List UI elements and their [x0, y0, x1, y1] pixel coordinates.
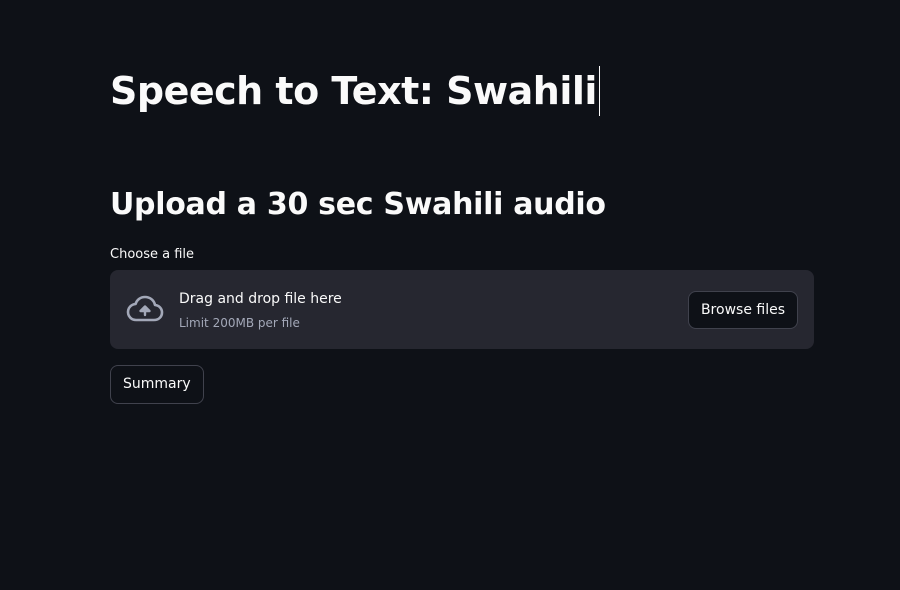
upload-heading: Upload a 30 sec Swahili audio — [110, 187, 606, 222]
browse-files-button[interactable]: Browse files — [687, 291, 798, 329]
summary-button[interactable]: Summary — [110, 365, 204, 404]
file-limit-text: Limit 200MB per file — [179, 316, 300, 330]
file-uploader-label: Choose a file — [110, 247, 195, 262]
dropzone-instructions: Drag and drop file here Limit 200MB per … — [179, 289, 342, 331]
file-dropzone[interactable]: Drag and drop file here Limit 200MB per … — [110, 270, 814, 349]
cloud-upload-icon — [125, 293, 165, 325]
drag-drop-text: Drag and drop file here — [179, 291, 342, 307]
text-cursor — [598, 66, 600, 116]
page-title: Speech to Text: Swahili — [110, 69, 597, 113]
title-container: Speech to Text: Swahili — [110, 64, 600, 118]
